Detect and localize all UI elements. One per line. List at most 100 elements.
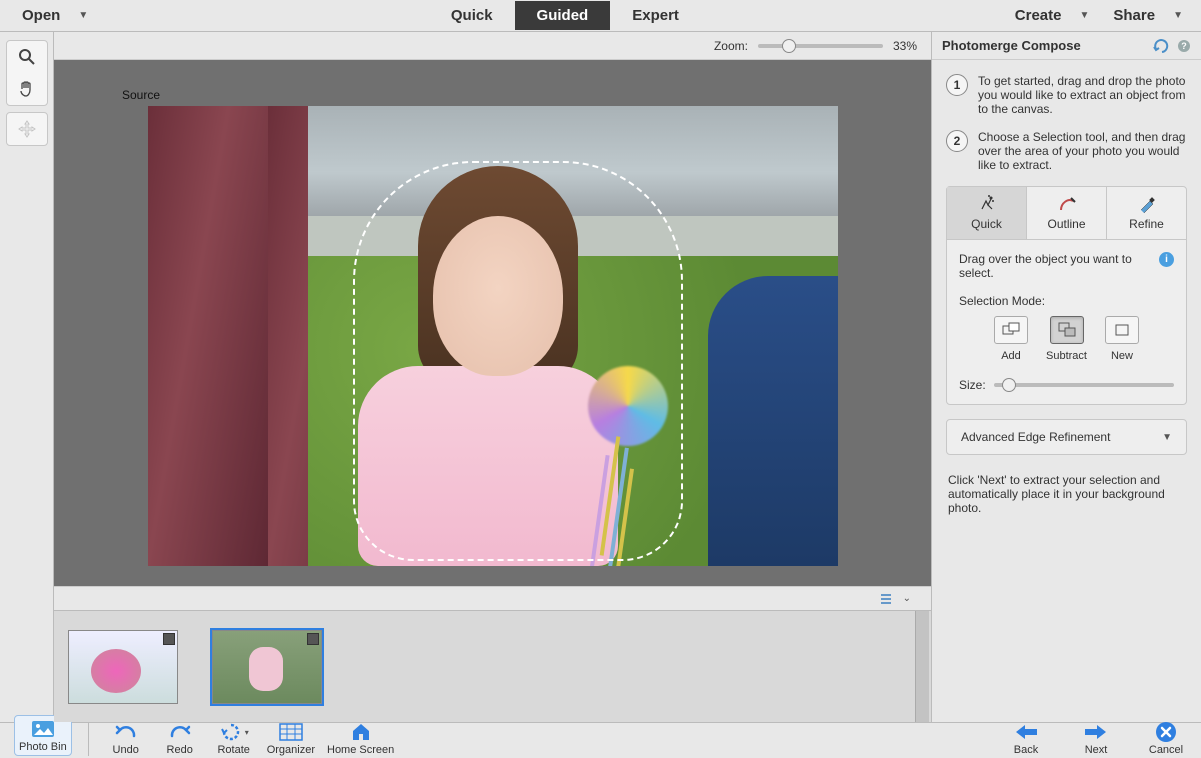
advanced-edge-refinement[interactable]: Advanced Edge Refinement ▼ <box>946 419 1187 455</box>
thumb-expand-icon[interactable] <box>307 633 319 645</box>
add-icon <box>994 316 1028 344</box>
redo-button[interactable]: Redo <box>159 721 201 756</box>
toolbox-move <box>6 112 48 146</box>
info-icon[interactable]: i <box>1159 252 1174 267</box>
home-button[interactable]: Home Screen <box>327 721 394 756</box>
selection-mode-label: Selection Mode: <box>959 294 1174 308</box>
canvas-area: Zoom: 33% Source ⌄ <box>54 32 932 722</box>
step-1-text: To get started, drag and drop the photo … <box>978 74 1187 116</box>
rotate-icon: ▾ <box>219 721 249 743</box>
chevron-down-icon: ▼ <box>78 10 88 21</box>
home-label: Home Screen <box>327 744 394 756</box>
step-number-2: 2 <box>946 130 968 152</box>
mode-add[interactable]: Add <box>994 316 1028 362</box>
step-number-1: 1 <box>946 74 968 96</box>
bottom-toolbar: Photo Bin Undo Redo ▾ Rotate Organizer H… <box>0 722 1201 758</box>
step-2: 2 Choose a Selection tool, and then drag… <box>946 130 1187 172</box>
size-slider[interactable] <box>994 383 1174 387</box>
rotate-button[interactable]: ▾ Rotate <box>213 721 255 756</box>
thumbnail-1[interactable] <box>68 630 178 704</box>
selection-tab-refine-label: Refine <box>1129 217 1164 231</box>
back-arrow-icon <box>1011 721 1041 743</box>
share-menu[interactable]: Share ▼ <box>1113 7 1183 24</box>
subtract-icon <box>1050 316 1084 344</box>
separator <box>88 722 89 756</box>
open-label: Open <box>22 7 60 24</box>
undo-icon <box>111 721 141 743</box>
toolbox-top <box>6 40 48 106</box>
thumbnail-2[interactable] <box>212 630 322 704</box>
size-label: Size: <box>959 378 986 392</box>
photo-bin-scrollbar[interactable] <box>915 611 929 722</box>
thumb-expand-icon[interactable] <box>163 633 175 645</box>
cancel-button[interactable]: Cancel <box>1145 721 1187 756</box>
photo-bin-label: Photo Bin <box>19 741 67 753</box>
cancel-label: Cancel <box>1149 744 1183 756</box>
canvas-panel-bar: ⌄ <box>54 586 931 610</box>
back-button[interactable]: Back <box>1005 721 1047 756</box>
inspector-panel: Photomerge Compose ? 1 To get started, d… <box>932 32 1201 722</box>
home-icon <box>346 721 376 743</box>
back-label: Back <box>1014 744 1038 756</box>
selection-tool-panel: Quick Outline Refine Drag over the objec… <box>946 186 1187 405</box>
selection-tab-outline-label: Outline <box>1047 217 1085 231</box>
chevron-down-icon: ▼ <box>1079 10 1089 21</box>
next-arrow-icon <box>1081 721 1111 743</box>
selection-tab-quick[interactable]: Quick <box>947 187 1027 240</box>
redo-icon <box>165 721 195 743</box>
create-menu[interactable]: Create ▼ <box>1015 7 1090 24</box>
organizer-button[interactable]: Organizer <box>267 721 315 756</box>
tab-expert[interactable]: Expert <box>610 1 701 30</box>
mode-new-label: New <box>1111 350 1133 362</box>
mode-tabs: Quick Guided Expert <box>115 1 1015 30</box>
selection-tab-outline[interactable]: Outline <box>1027 187 1107 240</box>
new-icon <box>1105 316 1139 344</box>
tab-guided[interactable]: Guided <box>515 1 611 30</box>
selection-tab-refine[interactable]: Refine <box>1107 187 1186 240</box>
inspector-header: Photomerge Compose ? <box>932 32 1201 60</box>
organizer-label: Organizer <box>267 744 315 756</box>
selection-tab-quick-label: Quick <box>971 217 1002 231</box>
svg-text:?: ? <box>1181 41 1187 51</box>
share-label: Share <box>1113 7 1155 24</box>
reset-icon[interactable] <box>1153 39 1171 53</box>
zoom-bar: Zoom: 33% <box>54 32 931 60</box>
help-icon[interactable]: ? <box>1177 39 1191 53</box>
rotate-label: Rotate <box>217 744 249 756</box>
selection-hint: Drag over the object you want to select. <box>959 252 1151 280</box>
step-1: 1 To get started, drag and drop the phot… <box>946 74 1187 116</box>
cancel-icon <box>1151 721 1181 743</box>
chevron-down-icon[interactable]: ⌄ <box>903 593 911 604</box>
chevron-down-icon: ▼ <box>1173 10 1183 21</box>
next-button[interactable]: Next <box>1075 721 1117 756</box>
mode-subtract-label: Subtract <box>1046 350 1087 362</box>
undo-button[interactable]: Undo <box>105 721 147 756</box>
mode-subtract[interactable]: Subtract <box>1046 316 1087 362</box>
step-2-text: Choose a Selection tool, and then drag o… <box>978 130 1187 172</box>
source-photo[interactable] <box>148 106 838 566</box>
open-menu[interactable]: Open ▼ <box>0 7 115 24</box>
undo-label: Undo <box>113 744 139 756</box>
hand-tool[interactable] <box>7 73 47 105</box>
canvas-viewport[interactable]: Source <box>54 60 931 586</box>
chevron-down-icon: ▼ <box>1162 432 1172 443</box>
move-tool[interactable] <box>7 113 47 145</box>
zoom-tool[interactable] <box>7 41 47 73</box>
advanced-label: Advanced Edge Refinement <box>961 430 1110 444</box>
zoom-slider[interactable] <box>758 44 883 48</box>
create-label: Create <box>1015 7 1062 24</box>
zoom-label: Zoom: <box>714 39 748 53</box>
top-menubar: Open ▼ Quick Guided Expert Create ▼ Shar… <box>0 0 1201 32</box>
selection-marquee <box>353 161 683 561</box>
tab-quick[interactable]: Quick <box>429 1 515 30</box>
mode-new[interactable]: New <box>1105 316 1139 362</box>
zoom-value: 33% <box>893 39 917 53</box>
next-label: Next <box>1085 744 1108 756</box>
tool-strip <box>0 32 54 722</box>
panel-list-icon[interactable] <box>879 593 893 605</box>
inspector-help-text: Click 'Next' to extract your selection a… <box>946 469 1187 519</box>
photo-bin-strip <box>54 610 931 722</box>
photo-person-left <box>148 106 308 566</box>
redo-label: Redo <box>167 744 193 756</box>
source-label: Source <box>122 88 160 102</box>
